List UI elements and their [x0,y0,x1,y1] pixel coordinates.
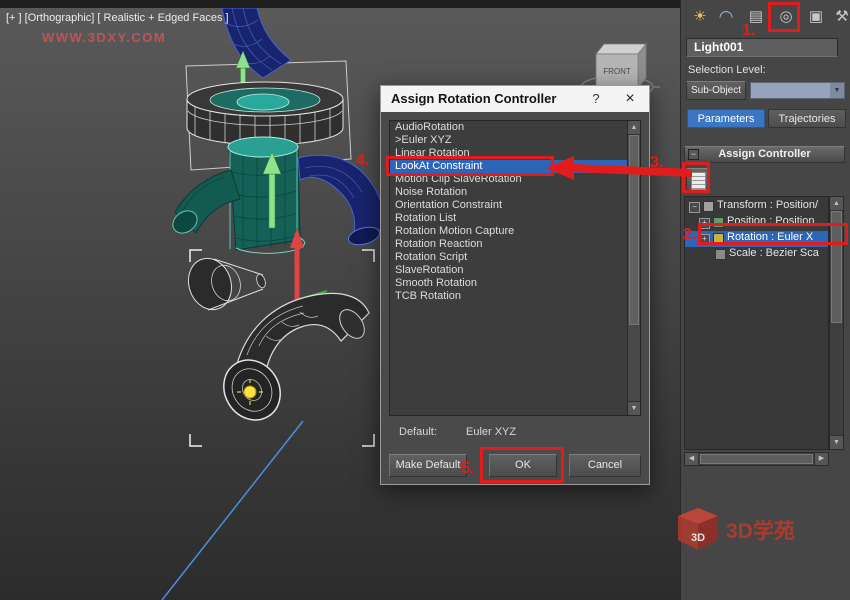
scroll-right-icon[interactable]: ▶ [814,453,828,465]
viewport-label[interactable]: [+ ] [Orthographic] [ Realistic + Edged … [6,12,229,24]
list-item[interactable]: Rotation Reaction [390,238,640,251]
list-item[interactable]: Rotation List [390,212,640,225]
chevron-down-icon[interactable]: ▼ [830,83,844,98]
spot-cone[interactable] [182,253,267,315]
default-label: Default: [399,426,437,438]
ok-button[interactable]: OK [489,454,557,477]
viewcube-front-label: FRONT [603,67,631,76]
cancel-button[interactable]: Cancel [569,454,641,477]
list-item[interactable]: Orientation Constraint [390,199,640,212]
tree-horizontal-scrollbar[interactable]: ◀ ▶ [684,452,829,466]
assign-controller-button[interactable] [686,168,709,193]
modify-tab-icon[interactable]: ◠ [713,4,739,30]
controller-tree: − Transform : Position/ + Position : Posit… [684,196,829,450]
list-item[interactable]: Rotation Motion Capture [390,225,640,238]
selection-level-label: Selection Level: [688,64,766,76]
tab-parameters[interactable]: Parameters [687,109,765,128]
scrollbar-thumb[interactable] [700,454,813,464]
scale-controller-icon [715,249,726,260]
transform-controller-icon [703,201,714,212]
close-icon[interactable]: × [617,86,643,112]
scrollbar-thumb[interactable] [831,211,842,323]
collapse-icon[interactable]: − [689,202,700,213]
sub-object-dropdown[interactable]: ▼ [750,82,845,99]
scroll-up-icon[interactable]: ▲ [628,121,640,135]
list-item-selected[interactable]: LookAt Constraint [390,160,640,173]
create-tab-icon[interactable]: ☀ [687,4,713,30]
expand-icon[interactable]: + [699,218,710,229]
hierarchy-tab-icon[interactable]: ▤ [743,4,769,30]
expand-icon[interactable]: + [699,234,710,245]
make-default-button[interactable]: Make Default [389,454,467,477]
assign-rotation-controller-dialog: Assign Rotation Controller ? × AudioRota… [380,85,650,485]
list-item[interactable]: Rotation Script [390,251,640,264]
white-tube[interactable] [213,293,370,430]
tree-row-position[interactable]: + Position : Position [685,215,828,231]
display-tab-icon[interactable]: ▣ [803,4,829,30]
list-item[interactable]: Noise Rotation [390,186,640,199]
scroll-down-icon[interactable]: ▼ [830,435,843,449]
default-value: Euler XYZ [466,426,516,438]
teal-cylinder[interactable] [228,137,305,253]
list-item[interactable]: Smooth Rotation [390,277,640,290]
object-name-field[interactable]: Light001 [686,38,838,57]
wireframe-ring[interactable] [187,82,343,145]
assign-controller-icon [691,172,706,190]
tree-row-transform[interactable]: − Transform : Position/ [685,199,828,215]
target-line [162,421,303,600]
tree-row-label: Scale : Bezier Sca [729,247,819,259]
tree-row-rotation[interactable]: + Rotation : Euler X [685,231,828,247]
tree-row-scale[interactable]: Scale : Bezier Sca [685,247,828,263]
red-axis-arrow [290,228,327,300]
tree-row-label: Transform : Position/ [717,199,818,211]
assign-controller-rollout[interactable]: − Assign Controller [684,146,845,163]
dialog-title: Assign Rotation Controller [391,86,556,112]
help-icon[interactable]: ? [583,86,609,112]
controller-list[interactable]: AudioRotation >Euler XYZ Linear Rotation… [389,120,641,416]
tree-vertical-scrollbar[interactable]: ▲ ▼ [829,196,844,450]
utilities-tab-icon[interactable]: ⚒ [829,4,850,30]
list-item[interactable]: TCB Rotation [390,290,640,303]
list-item[interactable]: Motion Clip SlaveRotation [390,173,640,186]
blue-tube-right[interactable] [298,155,383,248]
rollout-title: Assign Controller [718,148,810,160]
teal-elbow[interactable] [169,170,240,238]
sub-object-button[interactable]: Sub-Object [686,81,746,100]
motion-tab-icon[interactable]: ◎ [773,4,799,30]
menu-strip [0,0,680,8]
dialog-title-bar[interactable]: Assign Rotation Controller ? × [381,86,649,112]
list-scrollbar[interactable]: ▲ ▼ [627,121,640,415]
command-panel: ☀ ◠ ▤ ◎ ▣ ⚒ Light001 Selection Level: Su… [680,0,850,600]
collapse-icon[interactable]: − [688,149,699,160]
tree-row-label: Position : Position [727,215,814,227]
scrollbar-thumb[interactable] [629,135,639,325]
rotation-controller-icon [713,233,724,244]
scroll-left-icon[interactable]: ◀ [685,453,699,465]
blue-tube-top[interactable] [222,8,291,78]
default-row: Default: Euler XYZ [399,426,516,438]
list-item[interactable]: Linear Rotation [390,147,640,160]
list-item[interactable]: AudioRotation [390,121,640,134]
list-item[interactable]: >Euler XYZ [390,134,640,147]
scroll-up-icon[interactable]: ▲ [830,197,843,211]
position-controller-icon [713,217,724,228]
tree-row-label: Rotation : Euler X [727,231,813,243]
list-item[interactable]: SlaveRotation [390,264,640,277]
scroll-down-icon[interactable]: ▼ [628,401,640,415]
tab-trajectories[interactable]: Trajectories [768,109,846,128]
site-watermark: WWW.3DXY.COM [42,30,166,45]
